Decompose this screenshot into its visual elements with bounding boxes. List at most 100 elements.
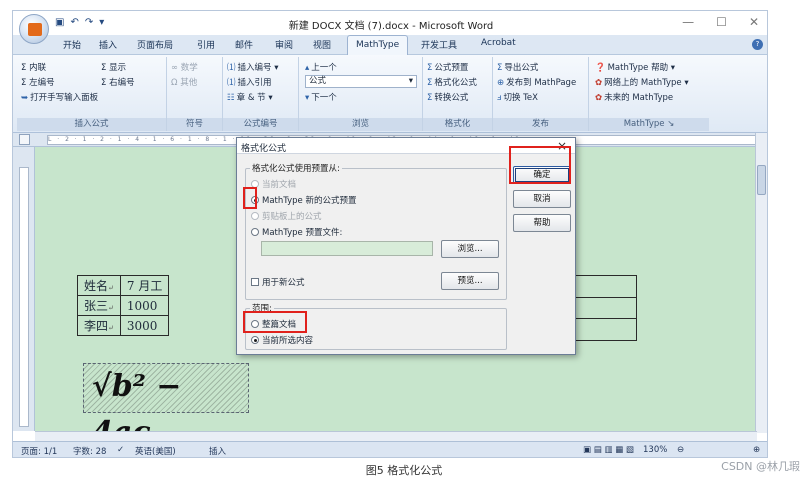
tab-page-layout[interactable]: 页面布局	[137, 38, 173, 51]
table-cell[interactable]: 姓名↵	[77, 275, 121, 296]
browse-type-select[interactable]: 公式 ▾	[305, 75, 417, 88]
equation-prefs-button[interactable]: Σ 公式预置	[427, 61, 468, 73]
table-cell[interactable]: 李四↵	[77, 315, 121, 336]
close-window-button[interactable]: ✕	[749, 15, 759, 29]
close-icon[interactable]: ×	[557, 139, 567, 153]
preview-button[interactable]: 预览...	[441, 272, 499, 290]
tab-mathtype[interactable]: MathType	[347, 35, 409, 56]
display-equation-button[interactable]: Σ 显示	[101, 61, 126, 73]
dialog-title-bar: 格式化公式 ×	[237, 138, 575, 154]
office-button[interactable]	[19, 14, 49, 44]
tex-icon: ⅎ	[497, 93, 502, 103]
prefs-file-path-input[interactable]	[261, 241, 433, 256]
table-cell[interactable]: 1000	[119, 295, 170, 316]
table-row: 张三↵ 1000	[77, 295, 170, 316]
proofing-icon[interactable]: ✓	[117, 445, 124, 455]
tab-review[interactable]: 审阅	[275, 38, 293, 51]
insert-reference-button[interactable]: ⑴ 插入引用	[227, 76, 272, 88]
handwriting-panel-button[interactable]: ➥ 打开手写输入面板	[21, 91, 98, 103]
chapter-section-button[interactable]: ☷ 章 & 节 ▾	[227, 91, 273, 103]
zoom-in-icon[interactable]: ⊕	[753, 445, 760, 455]
zoom-level[interactable]: 130%	[643, 445, 667, 455]
group-name-mathtype: MathType ↘	[589, 118, 709, 131]
group-name-mathtype-label: MathType	[623, 119, 665, 129]
next-button[interactable]: ▾ 下一个	[305, 91, 337, 103]
zoom-out-icon[interactable]: ⊖	[677, 445, 684, 455]
vertical-ruler-scale	[19, 167, 29, 427]
math-symbols-button[interactable]: ∞ 数学	[171, 61, 198, 73]
tab-selector[interactable]	[19, 134, 30, 145]
mathtype-online-button[interactable]: ✿ 网络上的 MathType ▾	[595, 76, 689, 88]
view-buttons[interactable]: ▣ ▤ ▥ ▦ ▧	[583, 445, 634, 455]
selected-equation-object[interactable]: √b² − 4ac	[83, 363, 249, 450]
tab-acrobat[interactable]: Acrobat	[481, 38, 516, 48]
left-numbered-button[interactable]: Σ 左编号	[21, 76, 55, 88]
future-mathtype-button[interactable]: ✿ 未来的 MathType	[595, 91, 673, 103]
next-label: 下一个	[311, 93, 337, 103]
future-icon: ✿	[595, 93, 603, 103]
publish-mathpage-label: 发布到 MathPage	[506, 78, 577, 88]
down-arrow-icon: ▾	[305, 93, 310, 103]
tab-developer[interactable]: 开发工具	[421, 38, 457, 51]
table-cell[interactable]: 7 月工	[119, 275, 170, 296]
scope-option-whole-document[interactable]: 整篇文档	[251, 318, 296, 330]
page-indicator[interactable]: 页面: 1/1	[21, 445, 57, 457]
insert-number-button[interactable]: ⑴ 插入编号 ▾	[227, 61, 279, 73]
source-option-clipboard[interactable]: 剪贴板上的公式	[251, 210, 322, 222]
toggle-tex-button[interactable]: ⅎ 切换 TeX	[497, 91, 538, 103]
scroll-thumb[interactable]	[757, 165, 766, 195]
horizontal-scrollbar[interactable]	[35, 431, 757, 441]
convert-equations-button[interactable]: Σ 转换公式	[427, 91, 468, 103]
vertical-scrollbar[interactable]	[755, 133, 767, 433]
help-icon[interactable]: ?	[752, 39, 763, 50]
mathtype-online-label: 网络上的 MathType	[604, 78, 682, 88]
previous-button[interactable]: ▴ 上一个	[305, 61, 337, 73]
tab-insert[interactable]: 插入	[99, 38, 117, 51]
right-numbered-button[interactable]: Σ 右编号	[101, 76, 135, 88]
maximize-button[interactable]: ☐	[716, 15, 727, 29]
tab-mailings[interactable]: 邮件	[235, 38, 253, 51]
browse-button[interactable]: 浏览...	[441, 240, 499, 258]
radio-icon	[251, 320, 259, 328]
inline-equation-button[interactable]: Σ 内联	[21, 61, 46, 73]
tab-references[interactable]: 引用	[197, 38, 215, 51]
handwriting-icon: ➥	[21, 93, 29, 103]
office-logo-icon	[28, 23, 42, 36]
prefs-icon: Σ	[427, 63, 433, 73]
source-option-label: MathType 新的公式预置	[262, 196, 357, 206]
globe-icon: ⊕	[497, 78, 505, 88]
format-equations-button[interactable]: Σ 格式化公式	[427, 76, 477, 88]
export-equations-button[interactable]: Σ 导出公式	[497, 61, 538, 73]
source-option-current-doc[interactable]: 当前文档	[251, 178, 296, 190]
dialog-launcher-icon[interactable]: ↘	[667, 119, 674, 129]
source-option-label: 当前文档	[262, 180, 297, 190]
insert-reference-label: 插入引用	[237, 78, 272, 88]
cancel-button[interactable]: 取消	[513, 190, 571, 208]
reference-icon: ⑴	[227, 78, 236, 88]
up-arrow-icon: ▴	[305, 63, 310, 73]
word-count[interactable]: 字数: 28	[73, 445, 106, 457]
scope-option-selection[interactable]: 当前所选内容	[251, 334, 313, 346]
source-option-new-prefs[interactable]: MathType 新的公式预置	[251, 194, 357, 206]
vertical-ruler	[13, 147, 35, 431]
other-symbols-button[interactable]: Ω 其他	[171, 76, 197, 88]
group-name-browse: 浏览	[299, 118, 422, 131]
group-symbols: ∞ 数学 Ω 其他 符号	[167, 57, 223, 131]
tab-view[interactable]: 视图	[313, 38, 331, 51]
for-new-equations-checkbox[interactable]: 用于新公式	[251, 276, 305, 288]
group-name-format: 格式化	[423, 118, 492, 131]
tab-home[interactable]: 开始	[63, 38, 81, 51]
radio-selected-icon	[251, 196, 259, 204]
table-cell[interactable]: 3000	[119, 315, 170, 336]
for-new-equations-label: 用于新公式	[262, 278, 305, 288]
source-option-prefs-file[interactable]: MathType 预置文件:	[251, 226, 342, 238]
salary-table[interactable]: 姓名↵ 7 月工 张三↵ 1000 李四↵ 3000	[77, 275, 170, 336]
table-cell[interactable]: 张三↵	[77, 295, 121, 316]
mathtype-help-button[interactable]: ❓ MathType 帮助 ▾	[595, 61, 675, 73]
help-button[interactable]: 帮助	[513, 214, 571, 232]
publish-mathpage-button[interactable]: ⊕ 发布到 MathPage	[497, 76, 576, 88]
ok-button[interactable]: 确定	[513, 166, 571, 184]
minimize-button[interactable]: —	[682, 15, 694, 29]
insert-mode[interactable]: 插入	[209, 445, 226, 457]
language-indicator[interactable]: 英语(美国)	[135, 445, 176, 457]
